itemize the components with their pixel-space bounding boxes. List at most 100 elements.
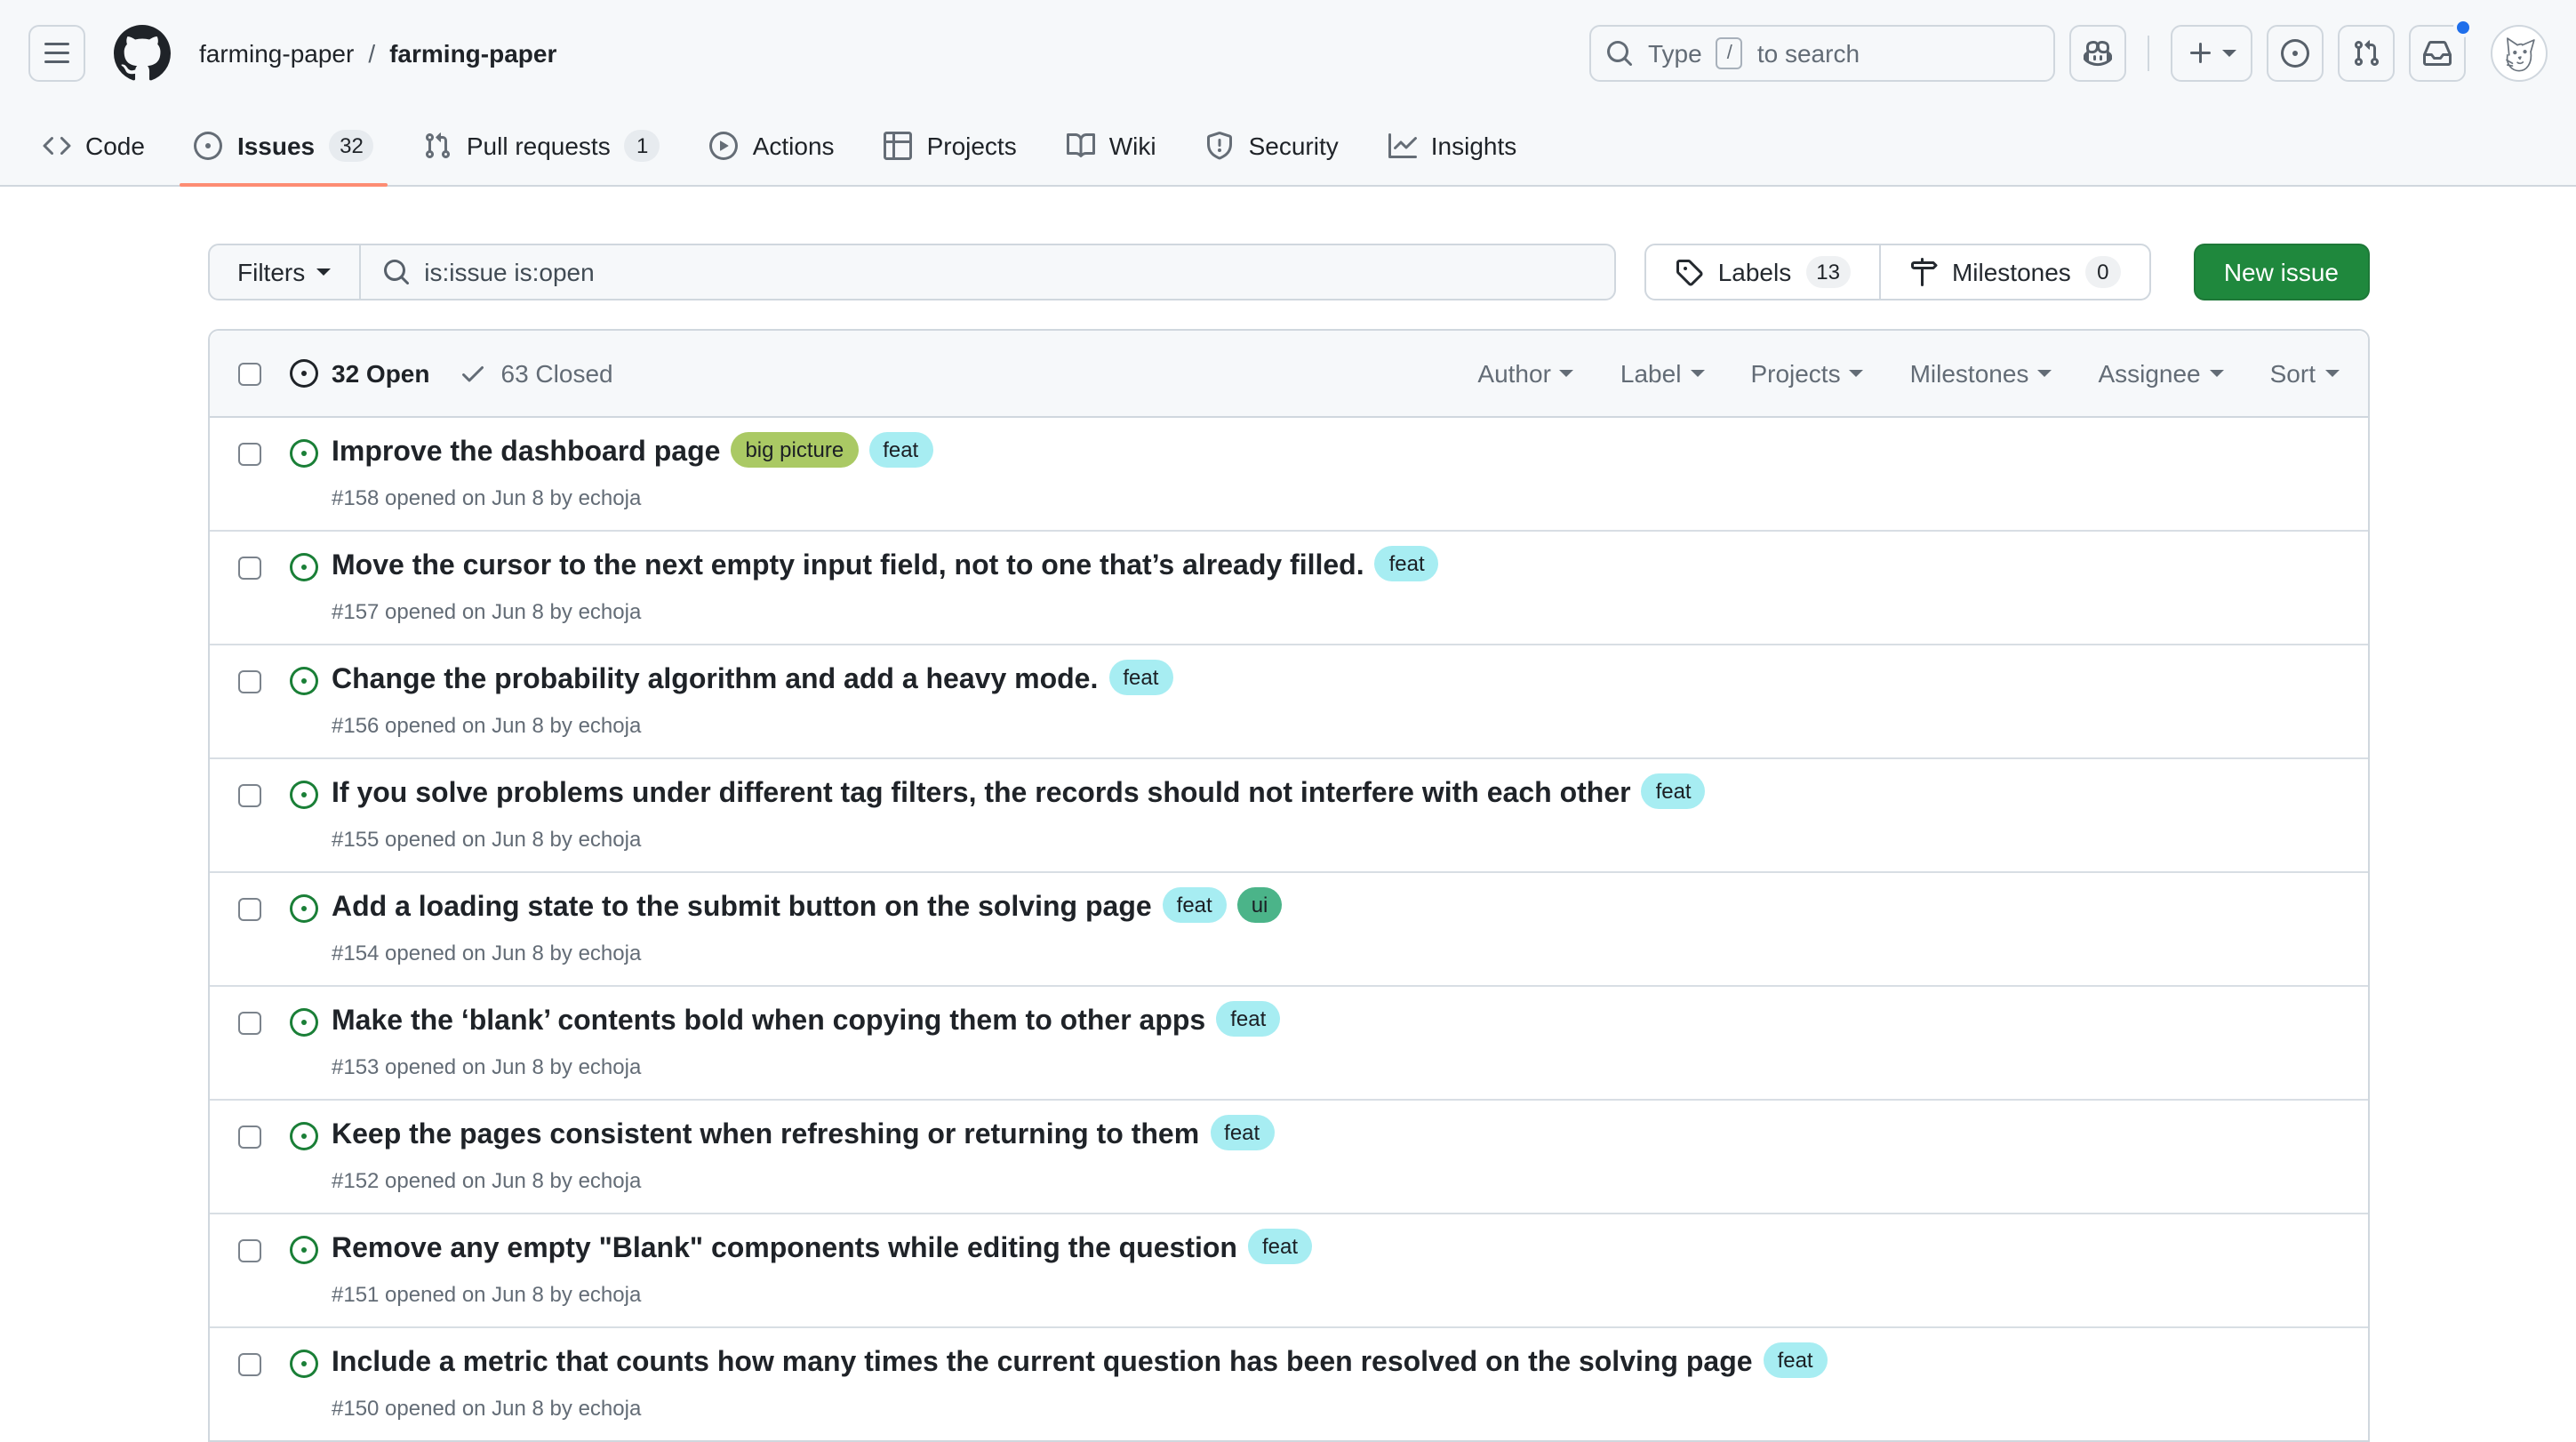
- open-issues-link[interactable]: 32 Open: [289, 359, 430, 388]
- issue-label-feat[interactable]: feat: [1764, 1342, 1828, 1378]
- breadcrumb-owner-link[interactable]: farming-paper: [199, 39, 354, 68]
- header-actions: Type / to search: [1589, 25, 2548, 82]
- milestones-button[interactable]: Milestones 0: [1879, 245, 2149, 299]
- select-all-checkbox[interactable]: [237, 362, 260, 385]
- issue-select-checkbox[interactable]: [237, 670, 260, 693]
- tab-pull-requests[interactable]: Pull requests 1: [410, 107, 675, 185]
- closed-count-label: 63 Closed: [501, 359, 613, 388]
- breadcrumb-repo-link[interactable]: farming-paper: [389, 39, 556, 68]
- issue-meta: #150 opened on Jun 8 by echoja: [332, 1390, 2339, 1426]
- issue-title-link[interactable]: Make the ‘blank’ contents bold when copy…: [332, 1006, 1205, 1037]
- tab-security[interactable]: Security: [1192, 107, 1353, 185]
- tab-label: Projects: [927, 132, 1017, 160]
- filters-dropdown-button[interactable]: Filters: [209, 245, 360, 299]
- issue-title-link[interactable]: Change the probability algorithm and add…: [332, 665, 1098, 695]
- table-icon: [884, 132, 913, 160]
- issue-title-link[interactable]: Move the cursor to the next empty input …: [332, 551, 1364, 581]
- issue-select-checkbox[interactable]: [237, 898, 260, 921]
- issue-title-link[interactable]: Add a loading state to the submit button…: [332, 893, 1152, 923]
- open-issue-icon: [289, 1122, 317, 1198]
- open-issue-icon: [289, 894, 317, 971]
- tab-wiki[interactable]: Wiki: [1052, 107, 1171, 185]
- filter-projects-button[interactable]: Projects: [1750, 359, 1863, 388]
- issue-content: Remove any empty "Blank" components whil…: [332, 1229, 2339, 1312]
- filter-label: Milestones: [1910, 359, 2029, 388]
- issue-label-feat[interactable]: feat: [1210, 1115, 1274, 1150]
- filter-assignee-button[interactable]: Assignee: [2098, 359, 2223, 388]
- issue-label-feat[interactable]: feat: [1642, 773, 1706, 809]
- avatar[interactable]: [2491, 25, 2548, 82]
- global-search-box[interactable]: Type / to search: [1589, 25, 2055, 82]
- shield-icon: [1206, 132, 1235, 160]
- issue-labels: feat: [1098, 665, 1172, 695]
- labels-button[interactable]: Labels 13: [1647, 245, 1879, 299]
- issues-page: Filters Labels 13: [207, 244, 2369, 1442]
- repo-tab-nav: Code Issues 32 Pull requests 1 Actions P…: [0, 107, 2576, 187]
- issue-label-big-picture[interactable]: big picture: [731, 432, 858, 468]
- issue-opened-icon: [289, 359, 317, 388]
- closed-issues-link[interactable]: 63 Closed: [459, 359, 613, 388]
- issue-meta: #151 opened on Jun 8 by echoja: [332, 1277, 2339, 1312]
- search-placeholder-post: to search: [1757, 39, 1860, 68]
- issue-row: Add a loading state to the submit button…: [209, 871, 2367, 985]
- issue-select-checkbox[interactable]: [237, 443, 260, 466]
- issue-label-feat[interactable]: feat: [1216, 1001, 1280, 1037]
- hamburger-menu-button[interactable]: [28, 25, 85, 82]
- issue-title-link[interactable]: Include a metric that counts how many ti…: [332, 1348, 1753, 1378]
- tab-projects[interactable]: Projects: [870, 107, 1031, 185]
- issue-labels: feat: [1237, 1234, 1312, 1264]
- issue-title-link[interactable]: Remove any empty "Blank" components whil…: [332, 1234, 1237, 1264]
- issue-select-checkbox[interactable]: [237, 1239, 260, 1262]
- three-bars-icon: [43, 39, 71, 68]
- issue-labels: feat: [1753, 1348, 1828, 1378]
- issue-label-feat[interactable]: feat: [1375, 546, 1439, 581]
- issue-select-checkbox[interactable]: [237, 1353, 260, 1376]
- copilot-button[interactable]: [2069, 25, 2126, 82]
- issue-label-feat[interactable]: feat: [1248, 1229, 1312, 1264]
- create-new-button[interactable]: [2171, 25, 2252, 82]
- issue-labels: feat: [1364, 551, 1439, 581]
- issue-title-link[interactable]: If you solve problems under different ta…: [332, 779, 1631, 809]
- issue-meta: #153 opened on Jun 8 by echoja: [332, 1049, 2339, 1085]
- issue-select-checkbox[interactable]: [237, 1012, 260, 1035]
- issue-select-checkbox[interactable]: [237, 1126, 260, 1149]
- issue-label-feat[interactable]: feat: [1163, 887, 1227, 923]
- issue-content: Add a loading state to the submit button…: [332, 887, 2339, 971]
- slash-keycap: /: [1716, 37, 1743, 69]
- tab-label: Wiki: [1109, 132, 1156, 160]
- your-pull-requests-button[interactable]: [2338, 25, 2395, 82]
- issue-label-feat[interactable]: feat: [868, 432, 932, 468]
- filter-milestones-button[interactable]: Milestones: [1910, 359, 2052, 388]
- issue-content: If you solve problems under different ta…: [332, 773, 2339, 857]
- filter-author-button[interactable]: Author: [1477, 359, 1574, 388]
- filter-label-button[interactable]: Label: [1620, 359, 1705, 388]
- inbox-icon: [2423, 39, 2452, 68]
- filter-sort-button[interactable]: Sort: [2270, 359, 2339, 388]
- chevron-down-icon: [1690, 370, 1704, 377]
- tab-code[interactable]: Code: [28, 107, 159, 185]
- git-pull-request-icon: [2352, 39, 2380, 68]
- open-issue-icon: [289, 667, 317, 743]
- your-issues-button[interactable]: [2267, 25, 2324, 82]
- issues-search-input[interactable]: [424, 258, 1593, 286]
- github-logo[interactable]: [114, 25, 171, 82]
- labels-label: Labels: [1718, 258, 1792, 286]
- open-issue-icon: [289, 781, 317, 857]
- issue-row: Change the probability algorithm and add…: [209, 644, 2367, 757]
- issue-label-ui[interactable]: ui: [1237, 887, 1283, 923]
- code-icon: [43, 132, 71, 160]
- tab-counter: 1: [625, 130, 660, 162]
- issue-title-link[interactable]: Improve the dashboard page: [332, 437, 720, 468]
- avatar-cat-drawing: [2492, 27, 2546, 80]
- tab-insights[interactable]: Insights: [1374, 107, 1532, 185]
- tab-actions[interactable]: Actions: [696, 107, 849, 185]
- issue-title-link[interactable]: Keep the pages consistent when refreshin…: [332, 1120, 1199, 1150]
- new-issue-button[interactable]: New issue: [2194, 244, 2369, 300]
- issue-meta: #155 opened on Jun 8 by echoja: [332, 821, 2339, 857]
- chevron-down-icon: [2324, 370, 2339, 377]
- tab-issues[interactable]: Issues 32: [180, 107, 388, 185]
- issue-label-feat[interactable]: feat: [1108, 660, 1172, 695]
- issue-select-checkbox[interactable]: [237, 557, 260, 580]
- issue-select-checkbox[interactable]: [237, 784, 260, 807]
- filter-label: Sort: [2270, 359, 2316, 388]
